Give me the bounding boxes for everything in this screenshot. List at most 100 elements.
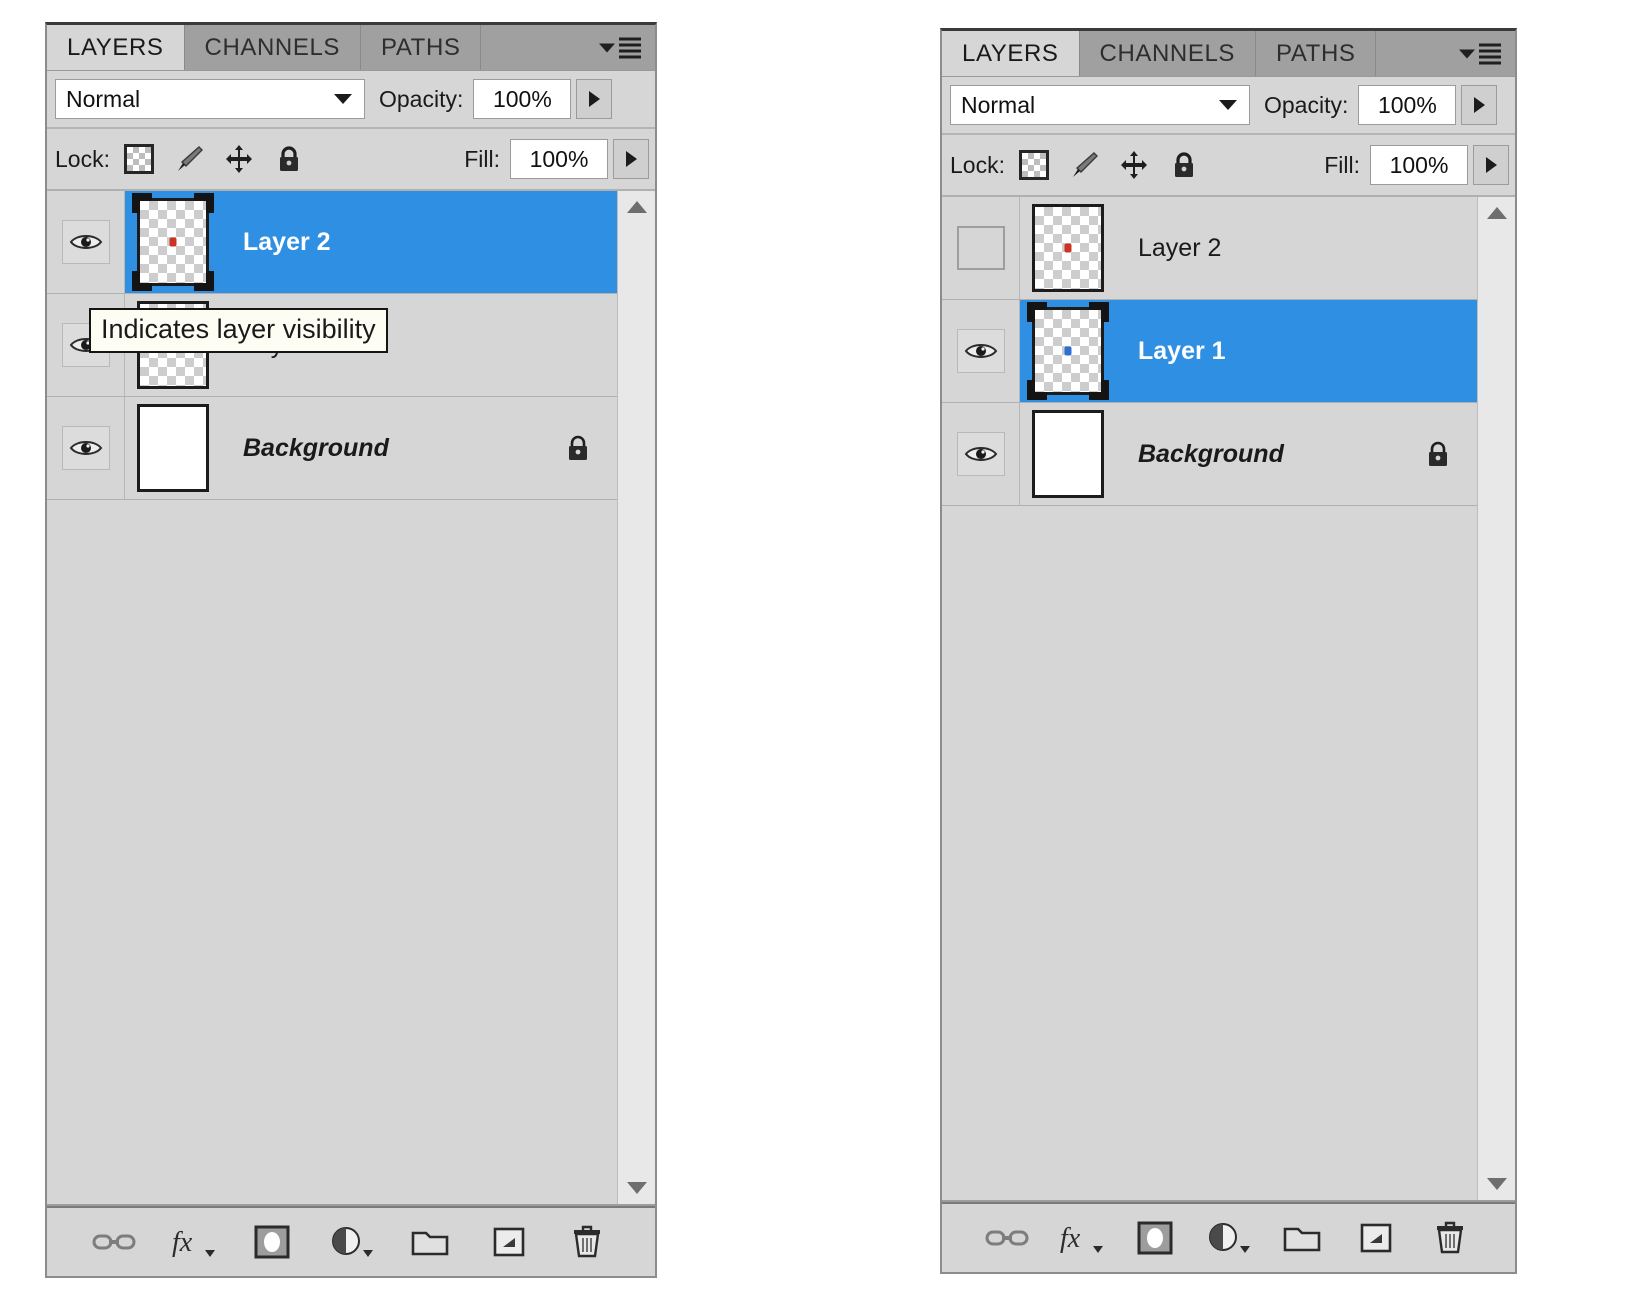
tabbar-filler: [1376, 31, 1515, 76]
triangle-right-icon: [625, 151, 637, 167]
thumbnail-cell[interactable]: [1020, 300, 1116, 402]
fill-input[interactable]: 100%: [1370, 145, 1468, 185]
visibility-cell: [47, 191, 125, 293]
lock-label: Lock:: [55, 145, 110, 172]
eye-icon[interactable]: [61, 220, 110, 264]
fill-stepper[interactable]: [613, 139, 649, 179]
table-row[interactable]: Layer 1: [942, 300, 1477, 403]
table-row[interactable]: Layer 2: [942, 197, 1477, 300]
panel-menu-icon[interactable]: [599, 37, 641, 58]
tab-channels[interactable]: CHANNELS: [1079, 31, 1257, 76]
lock-buttons: [1018, 150, 1199, 180]
lock-position-icon[interactable]: [1119, 150, 1149, 180]
blend-mode-select[interactable]: Normal: [950, 85, 1250, 125]
opacity-input[interactable]: 100%: [1358, 85, 1457, 125]
link-layers-icon[interactable]: [984, 1215, 1030, 1261]
opacity-stepper[interactable]: [576, 79, 613, 119]
visibility-cell: [942, 197, 1020, 299]
table-row[interactable]: Layer 2: [47, 191, 617, 294]
thumbnail-content-dot: [169, 237, 177, 247]
table-row[interactable]: Background: [47, 397, 617, 500]
blend-mode-row: Normal Opacity: 100%: [942, 77, 1515, 135]
triangle-right-icon: [1485, 157, 1497, 173]
background-lock-cell: [565, 433, 591, 463]
lock-buttons: [123, 144, 304, 174]
thumbnail-cell[interactable]: [1020, 197, 1116, 299]
scroll-up-icon[interactable]: [1486, 207, 1507, 219]
opacity-stepper[interactable]: [1461, 85, 1498, 125]
lock-position-icon[interactable]: [224, 144, 254, 174]
tab-channels[interactable]: CHANNELS: [184, 25, 362, 70]
lock-image-pixels-icon[interactable]: [1069, 150, 1099, 180]
layer-name: Background: [243, 433, 389, 462]
blend-mode-select[interactable]: Normal: [55, 79, 365, 119]
layer-name: Layer 1: [1138, 336, 1226, 365]
lock-transparency-icon[interactable]: [123, 144, 154, 174]
thumbnail-cell[interactable]: [125, 397, 221, 499]
fill-label: Fill:: [464, 145, 500, 172]
table-row[interactable]: Background: [942, 403, 1477, 506]
tabbar-filler: [481, 25, 655, 70]
layer-rows: Layer 2: [942, 197, 1477, 1200]
layer-thumbnail: [1027, 302, 1109, 400]
scroll-up-icon[interactable]: [626, 201, 647, 213]
layer-list-scrollbar[interactable]: [617, 191, 655, 1204]
eye-icon[interactable]: [61, 426, 110, 470]
fill-label: Fill:: [1324, 151, 1360, 178]
chevron-down-icon: [1219, 100, 1237, 110]
lock-transparency-icon[interactable]: [1018, 150, 1049, 180]
new-group-folder-icon[interactable]: [1279, 1215, 1325, 1261]
menu-lines-icon: [619, 37, 641, 58]
delete-layer-trash-icon[interactable]: [1427, 1215, 1473, 1261]
scroll-down-icon[interactable]: [626, 1182, 647, 1194]
thumbnail-content-dot: [1064, 243, 1072, 253]
svg-text:fx: fx: [1060, 1223, 1081, 1254]
layer-thumbnail: [1032, 410, 1104, 498]
eye-icon-off[interactable]: [956, 226, 1005, 270]
lock-all-icon[interactable]: [274, 144, 304, 174]
layer-style-fx-icon[interactable]: fx: [170, 1219, 216, 1265]
lock-all-icon: [1425, 439, 1451, 469]
scroll-down-icon[interactable]: [1486, 1178, 1507, 1190]
layers-bottom-toolbar: fx: [47, 1206, 655, 1276]
add-layer-mask-icon[interactable]: [249, 1219, 295, 1265]
thumbnail-content-dot: [1064, 346, 1072, 356]
lock-image-pixels-icon[interactable]: [174, 144, 204, 174]
add-layer-mask-icon[interactable]: [1132, 1215, 1178, 1261]
fill-stepper[interactable]: [1473, 145, 1509, 185]
triangle-right-icon: [1473, 97, 1485, 113]
new-layer-icon[interactable]: [1353, 1215, 1399, 1261]
new-group-folder-icon[interactable]: [407, 1219, 453, 1265]
tab-paths[interactable]: PATHS: [361, 25, 482, 70]
link-layers-icon[interactable]: [91, 1219, 137, 1265]
tab-layers[interactable]: LAYERS: [942, 31, 1080, 76]
layer-list-scrollbar[interactable]: [1477, 197, 1515, 1200]
layer-list-empty-area: [47, 500, 617, 1204]
visibility-cell: [942, 403, 1020, 505]
layer-thumbnail: [137, 404, 209, 492]
eye-icon[interactable]: [956, 329, 1005, 373]
eye-icon[interactable]: [956, 432, 1005, 476]
blend-mode-value: Normal: [961, 91, 1036, 118]
new-adjustment-layer-icon[interactable]: [1205, 1215, 1251, 1261]
layers-bottom-toolbar: fx: [942, 1202, 1515, 1272]
new-layer-icon[interactable]: [486, 1219, 532, 1265]
thumbnail-cell[interactable]: [1020, 403, 1116, 505]
lock-all-icon[interactable]: [1169, 150, 1199, 180]
layer-style-fx-icon[interactable]: fx: [1058, 1215, 1104, 1261]
layer-name: Layer 2: [1138, 233, 1222, 262]
opacity-input[interactable]: 100%: [473, 79, 572, 119]
delete-layer-trash-icon[interactable]: [564, 1219, 610, 1265]
layers-panel-left: LAYERS CHANNELS PATHS Normal Opacity: 10…: [45, 22, 657, 1278]
tab-paths[interactable]: PATHS: [1256, 31, 1377, 76]
fill-input[interactable]: 100%: [510, 139, 608, 179]
visibility-cell: [942, 300, 1020, 402]
layers-panel-right: LAYERS CHANNELS PATHS Normal Opacity: 10…: [940, 28, 1517, 1274]
new-adjustment-layer-icon[interactable]: [328, 1219, 374, 1265]
chevron-down-icon: [1459, 49, 1475, 58]
thumbnail-cell[interactable]: [125, 191, 221, 293]
lock-label: Lock:: [950, 151, 1005, 178]
lock-row: Lock: Fill: 100%: [47, 129, 655, 191]
tab-layers[interactable]: LAYERS: [47, 25, 185, 70]
panel-menu-icon[interactable]: [1459, 43, 1501, 64]
